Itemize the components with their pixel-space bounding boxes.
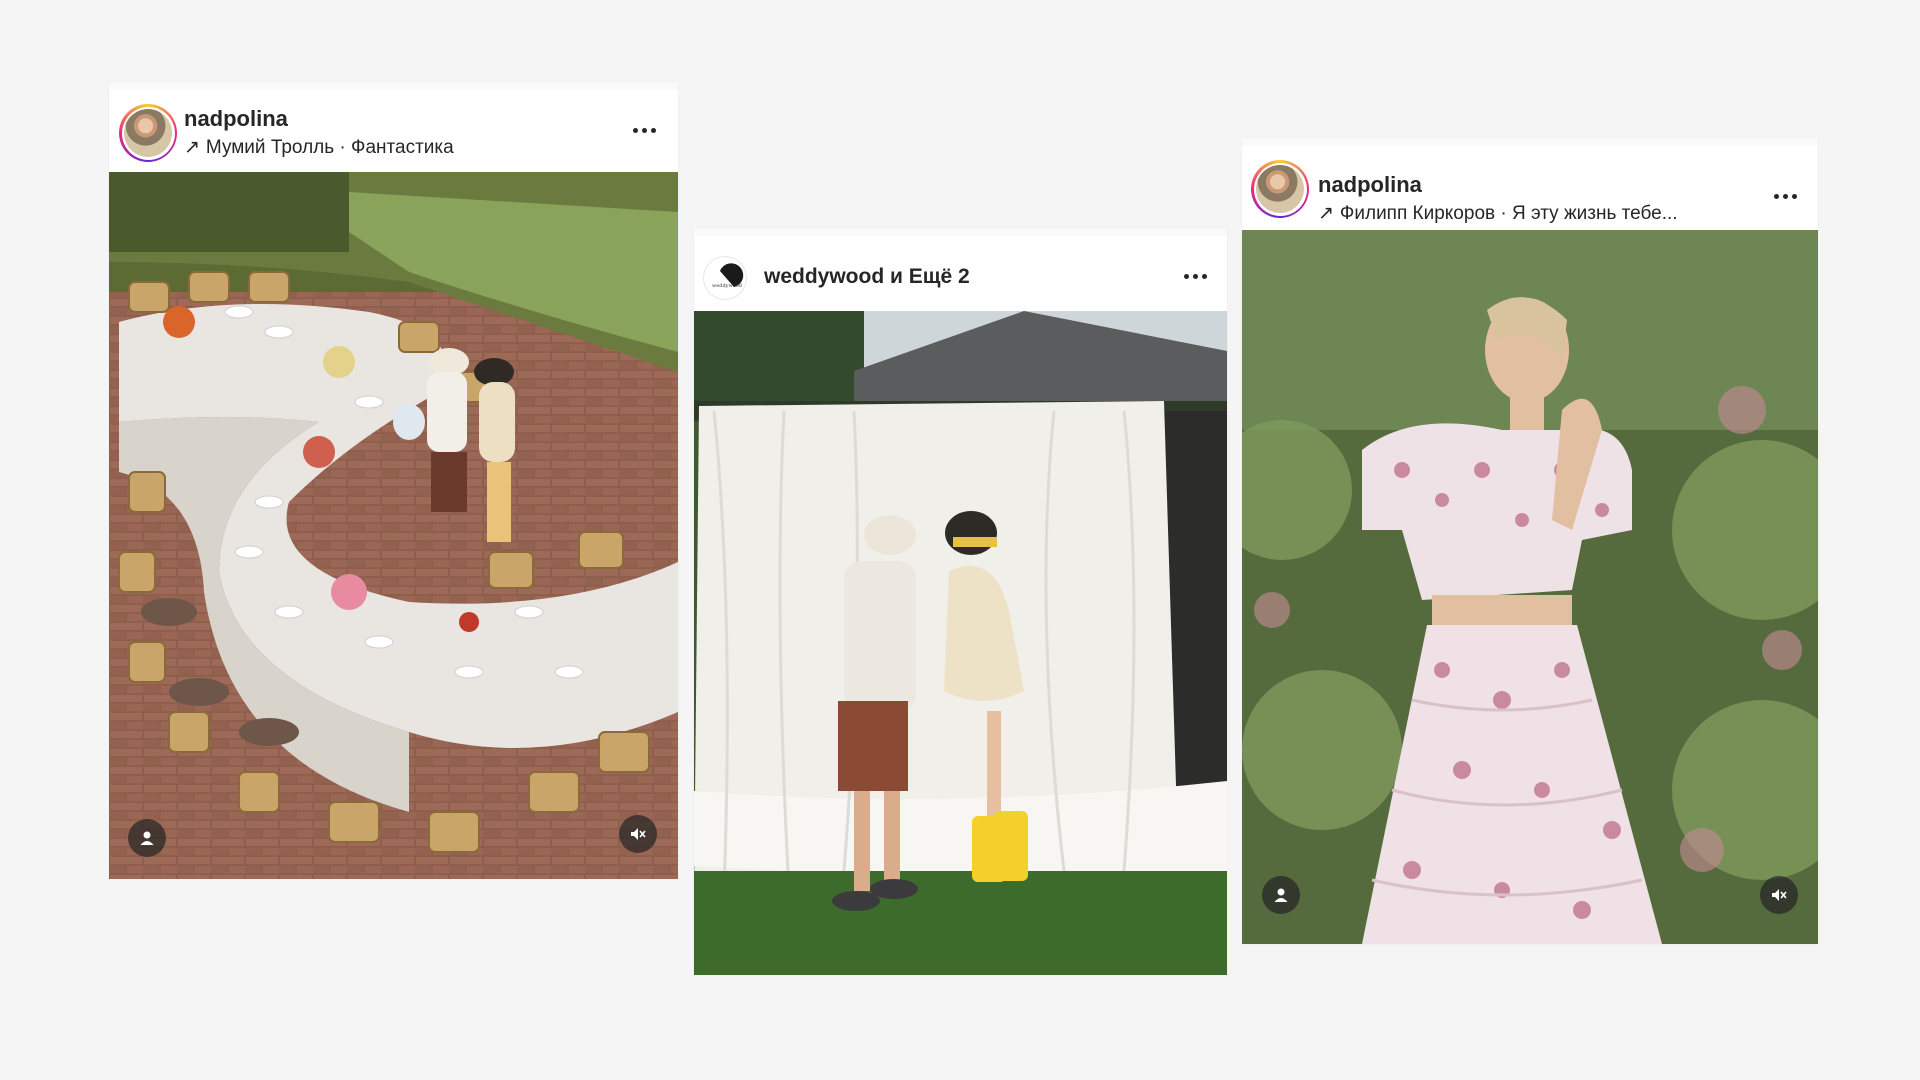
- arrow-up-right-icon: ↗: [184, 137, 200, 158]
- post-card-2: weddywood weddywood и Ещё 2: [694, 228, 1227, 975]
- avatar[interactable]: [1251, 160, 1309, 218]
- mute-toggle-button[interactable]: [619, 815, 657, 853]
- more-dot: [651, 128, 656, 133]
- more-dot: [642, 128, 647, 133]
- more-options-button[interactable]: [633, 128, 656, 133]
- floral-dress-photo: [1242, 230, 1818, 944]
- svg-text:weddywood: weddywood: [712, 283, 743, 289]
- audio-label: Филипп Киркоров · Я эту жизнь тебе...: [1339, 203, 1678, 224]
- muted-speaker-icon: [1772, 889, 1787, 901]
- avatar[interactable]: [119, 104, 177, 162]
- mute-toggle-button[interactable]: [1760, 876, 1798, 914]
- audio-link[interactable]: ↗ Мумий Тролль · Фантастика: [184, 136, 454, 159]
- wedding-table-photo: [109, 172, 678, 879]
- weddywood-logo: weddywood: [712, 263, 744, 289]
- user-tag-icon: [1274, 888, 1288, 902]
- username-extra: и Ещё 2: [884, 265, 970, 288]
- tagged-users-button[interactable]: [128, 819, 166, 857]
- audio-label: Мумий Тролль · Фантастика: [205, 137, 454, 158]
- post-photo[interactable]: [694, 311, 1227, 975]
- tagged-users-button[interactable]: [1262, 876, 1300, 914]
- more-dot: [1783, 194, 1788, 199]
- post-header: nadpolina ↗ Филипп Киркоров · Я эту жизнь…: [1242, 138, 1818, 230]
- couple-kiss-photo: [694, 311, 1227, 975]
- more-dot: [1202, 274, 1207, 279]
- more-dot: [1792, 194, 1797, 199]
- post-card-1: nadpolina ↗ Мумий Тролль · Фантастика: [109, 82, 678, 879]
- avatar[interactable]: weddywood: [703, 256, 747, 300]
- username[interactable]: nadpolina: [184, 106, 288, 132]
- more-horizontal-icon: [633, 128, 638, 133]
- username[interactable]: nadpolina: [1318, 172, 1422, 198]
- post-photo[interactable]: [109, 172, 678, 879]
- username-label: weddywood: [764, 265, 885, 288]
- more-horizontal-icon: [1184, 274, 1189, 279]
- more-options-button[interactable]: [1774, 194, 1797, 199]
- arrow-up-right-icon: ↗: [1318, 203, 1334, 224]
- post-card-3: nadpolina ↗ Филипп Киркоров · Я эту жизнь…: [1242, 138, 1818, 944]
- post-header: weddywood weddywood и Ещё 2: [694, 228, 1227, 311]
- more-options-button[interactable]: [1184, 274, 1207, 279]
- muted-speaker-icon: [631, 828, 646, 840]
- post-photo[interactable]: [1242, 230, 1818, 944]
- audio-link[interactable]: ↗ Филипп Киркоров · Я эту жизнь тебе...: [1318, 202, 1678, 225]
- user-tag-icon: [140, 831, 154, 845]
- post-header: nadpolina ↗ Мумий Тролль · Фантастика: [109, 82, 678, 172]
- more-dot: [1193, 274, 1198, 279]
- more-horizontal-icon: [1774, 194, 1779, 199]
- username[interactable]: weddywood и Ещё 2: [764, 265, 970, 289]
